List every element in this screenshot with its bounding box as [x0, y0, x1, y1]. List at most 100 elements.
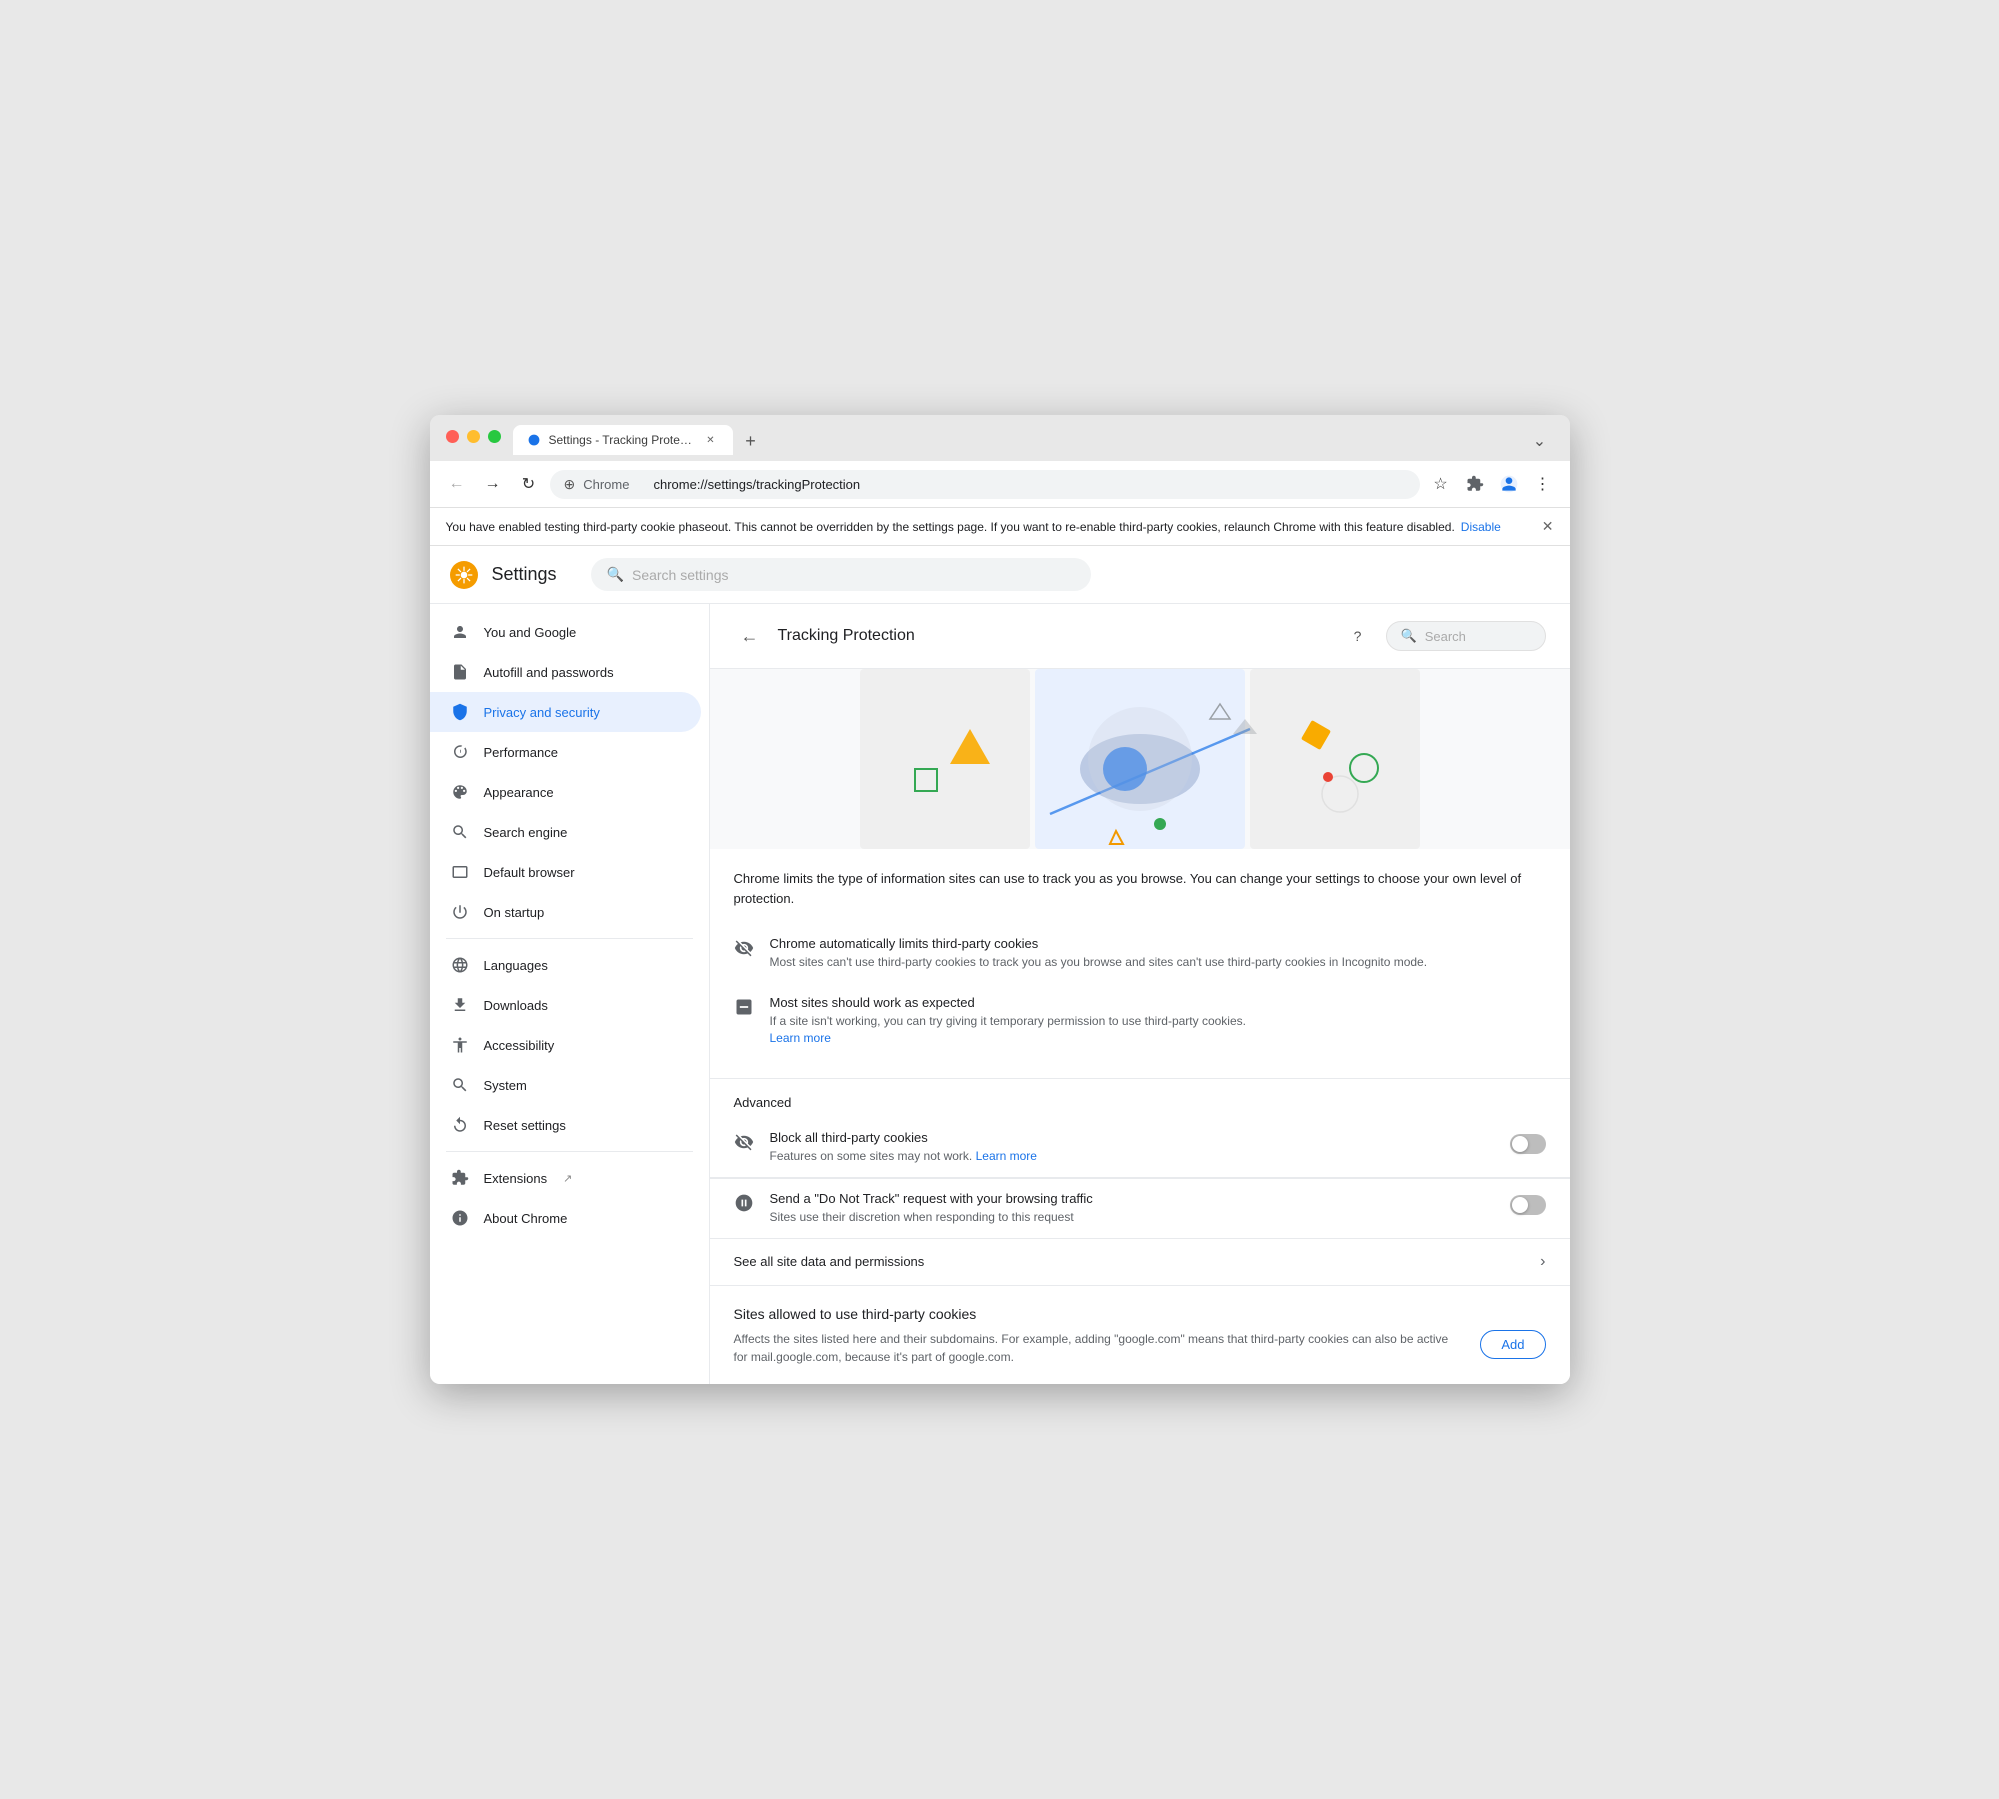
expected-setting-text: Most sites should work as expected If a …	[770, 995, 1546, 1047]
sidebar-item-on-startup[interactable]: On startup	[430, 892, 701, 932]
panel-header: ← Tracking Protection ? 🔍 Search	[710, 604, 1570, 669]
sidebar-label-system: System	[484, 1078, 527, 1093]
panel-search-icon: 🔍	[1401, 628, 1417, 644]
section-description: Chrome limits the type of information si…	[734, 869, 1546, 908]
sidebar-label-reset-settings: Reset settings	[484, 1118, 566, 1133]
sidebar-item-performance[interactable]: Performance	[430, 732, 701, 772]
sites-allowed-desc: Affects the sites listed here and their …	[734, 1330, 1465, 1366]
sidebar-item-privacy[interactable]: Privacy and security	[430, 692, 701, 732]
info-bar-close-button[interactable]: ✕	[1542, 518, 1554, 535]
sidebar-divider-2	[446, 1151, 693, 1152]
appearance-icon	[450, 782, 470, 802]
sidebar-item-search-engine[interactable]: Search engine	[430, 812, 701, 852]
content-panel: ← Tracking Protection ? 🔍 Search	[710, 604, 1570, 1384]
minimize-traffic-light[interactable]	[467, 430, 480, 443]
disable-link[interactable]: Disable	[1461, 520, 1501, 534]
search-engine-icon	[450, 822, 470, 842]
sidebar-item-autofill[interactable]: Autofill and passwords	[430, 652, 701, 692]
default-browser-icon	[450, 862, 470, 882]
sidebar-label-you-and-google: You and Google	[484, 625, 577, 640]
checkbox-icon	[734, 997, 754, 1017]
bookmark-button[interactable]: ☆	[1426, 469, 1456, 499]
panel-search-placeholder: Search	[1425, 629, 1466, 644]
reset-icon	[450, 1115, 470, 1135]
site-data-label: See all site data and permissions	[734, 1254, 925, 1269]
accessibility-icon	[450, 1035, 470, 1055]
add-site-button[interactable]: Add	[1480, 1330, 1545, 1359]
new-tab-button[interactable]: +	[737, 427, 765, 455]
forward-button[interactable]: →	[478, 469, 508, 499]
settings-header: Settings 🔍 Search settings	[430, 546, 1570, 604]
traffic-lights	[446, 430, 501, 443]
extensions-button[interactable]	[1460, 469, 1490, 499]
chrome-icon: ⊕	[564, 476, 576, 493]
profile-button[interactable]	[1494, 469, 1524, 499]
sidebar-label-about-chrome: About Chrome	[484, 1211, 568, 1226]
site-data-row[interactable]: See all site data and permissions ›	[710, 1239, 1570, 1286]
block-cookies-text: Block all third-party cookies Features o…	[770, 1130, 1494, 1165]
menu-button[interactable]: ⋮	[1528, 469, 1558, 499]
sidebar-item-downloads[interactable]: Downloads	[430, 985, 701, 1025]
sidebar-label-search-engine: Search engine	[484, 825, 568, 840]
learn-more-link-1[interactable]: Learn more	[770, 1031, 831, 1045]
back-button[interactable]: ←	[442, 469, 472, 499]
main-content: ← Tracking Protection ? 🔍 Search	[710, 604, 1570, 1384]
cookie-setting-item: Chrome automatically limits third-party …	[734, 924, 1546, 983]
learn-more-link-2[interactable]: Learn more	[976, 1149, 1037, 1163]
expected-setting-title: Most sites should work as expected	[770, 995, 1546, 1010]
system-icon	[450, 1075, 470, 1095]
do-not-track-toggle[interactable]	[1510, 1195, 1546, 1215]
reload-button[interactable]: ↻	[514, 469, 544, 499]
block-eye-icon	[734, 1132, 754, 1152]
back-button[interactable]: ←	[734, 620, 766, 652]
settings-logo	[450, 561, 478, 589]
sidebar-label-languages: Languages	[484, 958, 548, 973]
expected-setting-item: Most sites should work as expected If a …	[734, 983, 1546, 1059]
do-not-track-text: Send a "Do Not Track" request with your …	[770, 1191, 1494, 1226]
sidebar-item-reset-settings[interactable]: Reset settings	[430, 1105, 701, 1145]
tab-favicon	[527, 433, 541, 447]
sidebar-label-privacy: Privacy and security	[484, 705, 600, 720]
active-tab[interactable]: Settings - Tracking Protectio ✕	[513, 425, 733, 455]
external-link-icon: ↗	[563, 1172, 572, 1185]
address-bar[interactable]: ⊕ Chrome chrome://settings/trackingProte…	[550, 470, 1420, 499]
nav-bar: ← → ↻ ⊕ Chrome chrome://settings/trackin…	[430, 461, 1570, 508]
maximize-traffic-light[interactable]	[488, 430, 501, 443]
sidebar-label-accessibility: Accessibility	[484, 1038, 555, 1053]
cookie-setting-title: Chrome automatically limits third-party …	[770, 936, 1546, 951]
tab-close-button[interactable]: ✕	[703, 432, 719, 448]
sidebar-item-languages[interactable]: Languages	[430, 945, 701, 985]
expected-setting-desc: If a site isn't working, you can try giv…	[770, 1013, 1546, 1047]
tabs-row: Settings - Tracking Protectio ✕ + ⌄	[513, 425, 1554, 455]
panel-title: Tracking Protection	[778, 627, 1330, 645]
sidebar-label-on-startup: On startup	[484, 905, 545, 920]
no-sites-label: No sites added	[734, 1382, 1546, 1384]
panel-search[interactable]: 🔍 Search	[1386, 621, 1546, 651]
sidebar-label-default-browser: Default browser	[484, 865, 575, 880]
sidebar-item-about-chrome[interactable]: About Chrome	[430, 1198, 701, 1238]
tab-title: Settings - Tracking Protectio	[549, 433, 695, 447]
help-button[interactable]: ?	[1342, 620, 1374, 652]
close-traffic-light[interactable]	[446, 430, 459, 443]
block-cookies-desc: Features on some sites may not work. Lea…	[770, 1148, 1494, 1165]
performance-icon	[450, 742, 470, 762]
person-icon	[450, 622, 470, 642]
sidebar-item-default-browser[interactable]: Default browser	[430, 852, 701, 892]
sidebar-item-you-and-google[interactable]: You and Google	[430, 612, 701, 652]
sidebar-item-system[interactable]: System	[430, 1065, 701, 1105]
do-not-track-desc: Sites use their discretion when respondi…	[770, 1209, 1494, 1226]
eye-crossed-icon	[734, 938, 754, 958]
languages-icon	[450, 955, 470, 975]
block-cookies-toggle[interactable]	[1510, 1134, 1546, 1154]
sidebar-divider-1	[446, 938, 693, 939]
autofill-icon	[450, 662, 470, 682]
sidebar-item-extensions[interactable]: Extensions ↗	[430, 1158, 701, 1198]
sidebar-label-performance: Performance	[484, 745, 558, 760]
sidebar-item-accessibility[interactable]: Accessibility	[430, 1025, 701, 1065]
settings-search-bar[interactable]: 🔍 Search settings	[591, 558, 1091, 591]
search-placeholder: Search settings	[632, 567, 729, 583]
info-bar-text: You have enabled testing third-party coo…	[446, 520, 1455, 534]
sidebar-item-appearance[interactable]: Appearance	[430, 772, 701, 812]
do-not-track-section: Send a "Do Not Track" request with your …	[710, 1178, 1570, 1239]
tab-expand-button[interactable]: ⌄	[1526, 427, 1554, 455]
